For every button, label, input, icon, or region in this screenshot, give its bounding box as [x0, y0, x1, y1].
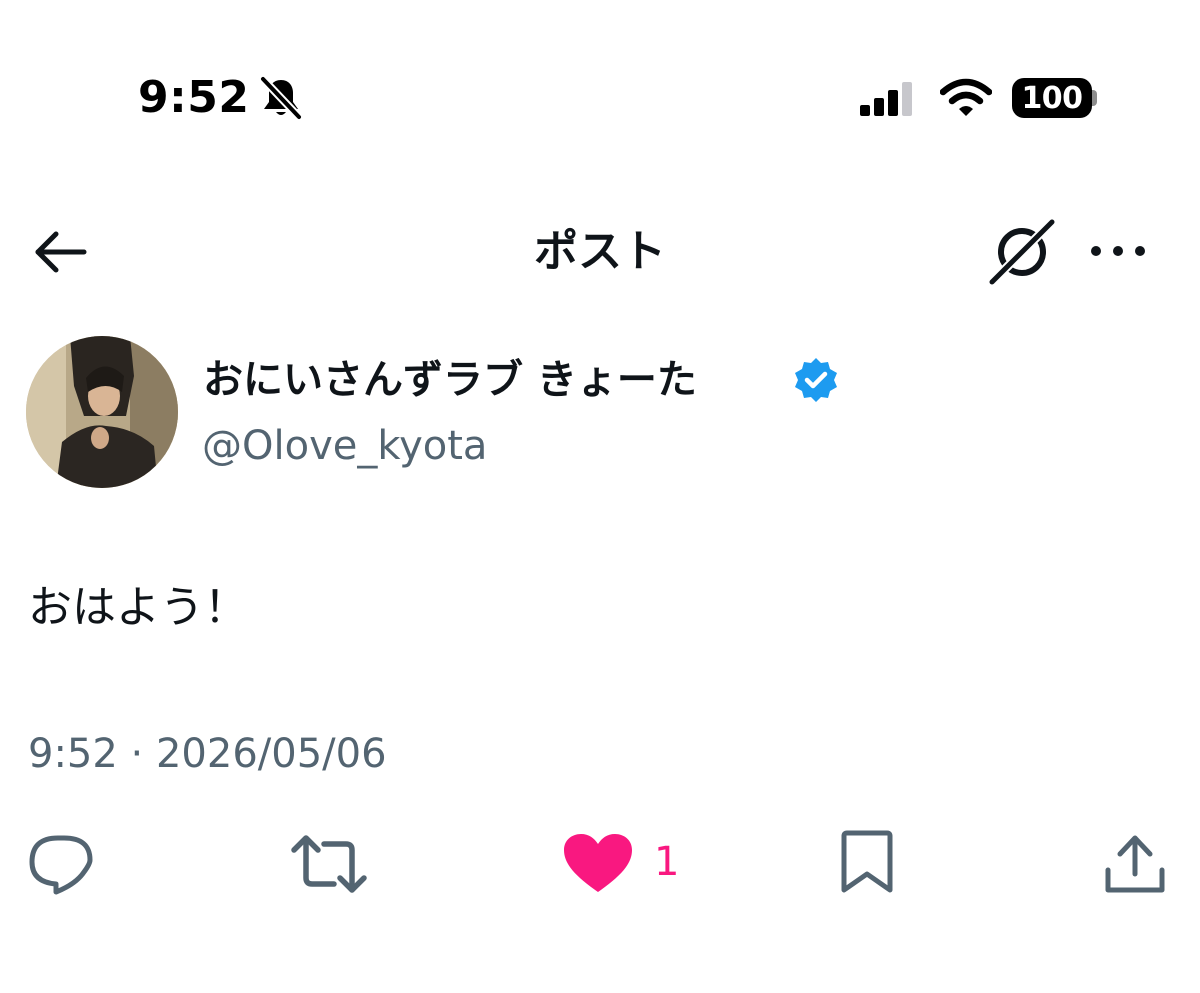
battery-level: 100 — [1021, 80, 1083, 116]
tweet-timestamp[interactable]: 9:52 · 2026/05/06 — [28, 726, 387, 782]
avatar-photo — [26, 336, 178, 488]
wifi-icon — [940, 78, 992, 116]
verified-badge-icon[interactable] — [792, 356, 840, 404]
battery-icon: 100 — [1012, 78, 1092, 118]
bookmark-icon[interactable] — [836, 830, 898, 896]
share-icon[interactable] — [1102, 832, 1168, 896]
cellular-signal-icon — [860, 82, 912, 116]
avatar[interactable] — [26, 336, 178, 488]
user-handle[interactable]: @Olove_kyota — [202, 420, 487, 472]
status-time: 9:52 — [138, 72, 250, 123]
grok-icon[interactable] — [986, 216, 1058, 288]
more-icon[interactable] — [1086, 236, 1150, 266]
tweet-text: おはよう！ — [28, 582, 248, 633]
display-name[interactable]: おにいさんずラブ きょーた — [203, 352, 697, 408]
bell-slash-icon — [259, 76, 303, 120]
retweet-icon[interactable] — [290, 834, 368, 894]
reply-icon[interactable] — [26, 832, 96, 896]
battery-nub — [1092, 90, 1097, 106]
heart-icon[interactable] — [562, 832, 634, 896]
like-count[interactable]: 1 — [654, 834, 679, 890]
